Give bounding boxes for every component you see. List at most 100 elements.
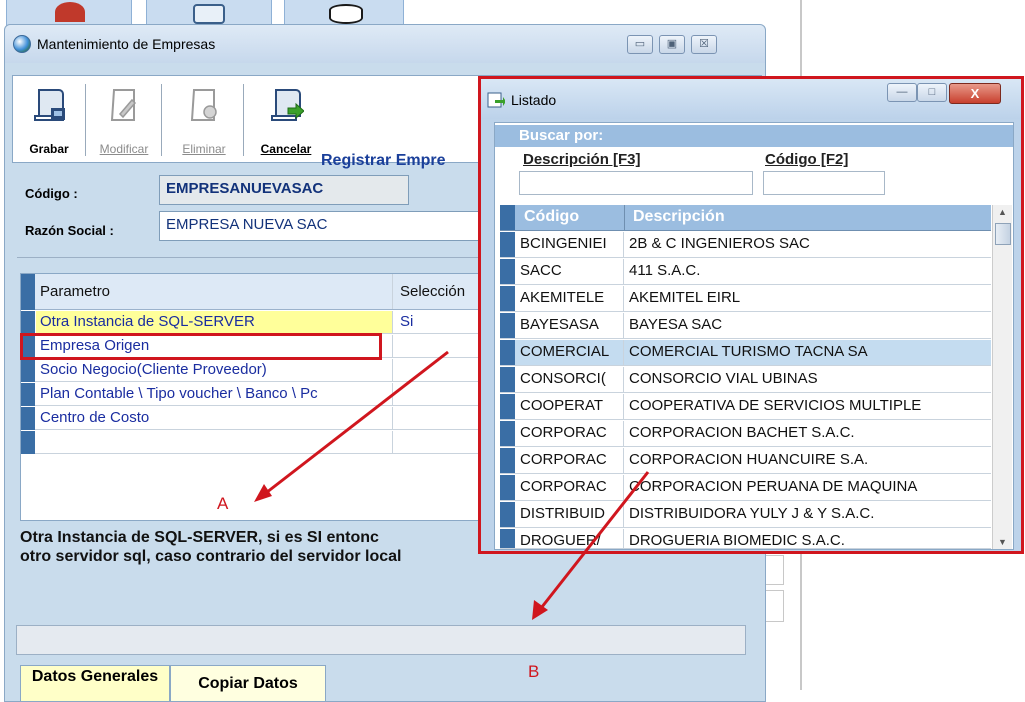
empresas-titlebar[interactable]: Mantenimiento de Empresas ▭ ▣ ☒ <box>5 25 765 63</box>
row-indicator <box>500 259 515 284</box>
modificar-button[interactable]: Modificar <box>91 80 157 160</box>
listado-title: Listado <box>511 92 557 108</box>
app-icon <box>55 2 85 22</box>
grid-cell-parametro[interactable]: Centro de Costo <box>36 407 393 429</box>
row-indicator <box>21 407 35 430</box>
grid-cell-seleccion[interactable] <box>394 431 484 453</box>
description-text: Otra Instancia de SQL-SERVER, si es SI e… <box>20 529 402 565</box>
listado-row[interactable]: BAYESASA BAYESA SAC <box>500 313 991 339</box>
descripcion-search-input[interactable] <box>519 171 753 195</box>
codigo-search-input[interactable] <box>763 171 885 195</box>
minimize-button[interactable]: ▭ <box>627 35 653 54</box>
codigo-search-label: Código [F2] <box>765 151 849 168</box>
grid-row[interactable]: Plan Contable \ Tipo voucher \ Banco \ P… <box>21 383 479 406</box>
cancel-icon <box>271 89 304 121</box>
listado-row[interactable]: AKEMITELE AKEMITEL EIRL <box>500 286 991 312</box>
background-tab-3[interactable] <box>284 0 404 26</box>
listado-titlebar[interactable]: Listado — □ X <box>481 79 1021 119</box>
grid-header-seleccion[interactable]: Selección <box>394 274 484 309</box>
listado-row[interactable]: BCINGENIEI 2B & C INGENIEROS SAC <box>500 232 991 258</box>
cancelar-button[interactable]: Cancelar <box>249 80 323 160</box>
listado-row[interactable]: CORPORAC CORPORACION PERUANA DE MAQUINA <box>500 475 991 501</box>
grid-cell-seleccion[interactable]: Si <box>394 311 484 333</box>
codigo-field[interactable]: EMPRESANUEVASAC <box>159 175 409 205</box>
row-indicator <box>21 359 35 382</box>
listado-row[interactable]: SACC 411 S.A.C. <box>500 259 991 285</box>
col-codigo-header[interactable]: Código <box>516 205 625 230</box>
row-indicator <box>500 340 515 365</box>
grid-cell-parametro[interactable]: Otra Instancia de SQL-SERVER <box>36 311 393 333</box>
listado-row[interactable]: COOPERAT COOPERATIVA DE SERVICIOS MULTIPL… <box>500 394 991 420</box>
eliminar-label: Eliminar <box>182 142 226 156</box>
row-codigo: BAYESASA <box>516 313 624 338</box>
row-descripcion: DROGUERIA BIOMEDIC S.A.C. <box>629 532 845 548</box>
grid-row[interactable] <box>21 431 479 454</box>
row-indicator <box>500 475 515 500</box>
grid-cell-seleccion[interactable] <box>394 407 484 429</box>
toolbar-separator <box>85 84 86 156</box>
grid-header-parametro[interactable]: Parametro <box>36 274 393 309</box>
row-descripcion: COOPERATIVA DE SERVICIOS MULTIPLE <box>629 397 922 414</box>
row-indicator <box>500 448 515 473</box>
grid-cell-seleccion[interactable] <box>394 359 484 381</box>
row-codigo: CORPORAC <box>516 475 624 500</box>
row-codigo: DISTRIBUID <box>516 502 624 527</box>
row-descripcion: COMERCIAL TURISMO TACNA SA <box>629 343 868 360</box>
row-codigo: BCINGENIEI <box>516 232 624 257</box>
row-descripcion: DISTRIBUIDORA YULY J & Y S.A.C. <box>629 505 875 522</box>
listado-row[interactable]: CORPORAC CORPORACION BACHET S.A.C. <box>500 421 991 447</box>
empresa-origen-highlight <box>20 333 382 360</box>
scroll-down-icon[interactable]: ▼ <box>998 537 1007 547</box>
grid-cell-parametro[interactable]: Plan Contable \ Tipo voucher \ Banco \ P… <box>36 383 393 405</box>
list-icon <box>487 92 505 108</box>
listado-row[interactable]: DISTRIBUID DISTRIBUIDORA YULY J & Y S.A.C… <box>500 502 991 528</box>
annotation-b: B <box>528 662 540 681</box>
listado-window: Listado — □ X Buscar por: Descripción [F… <box>478 76 1024 554</box>
scroll-up-icon[interactable]: ▲ <box>998 207 1007 217</box>
grid-header: Parametro Selección <box>21 274 479 310</box>
listado-maximize-button[interactable]: □ <box>917 83 947 102</box>
save-icon <box>34 89 65 121</box>
background-tab-1[interactable] <box>6 0 132 26</box>
registrar-heading[interactable]: Registrar Empre <box>321 152 446 170</box>
grid-cell-parametro[interactable] <box>36 431 393 453</box>
row-codigo: COOPERAT <box>516 394 624 419</box>
toolbar-separator <box>243 84 244 156</box>
grabar-button[interactable]: Grabar <box>17 80 81 160</box>
delete-icon <box>190 89 217 121</box>
listado-header-indicator <box>500 205 515 230</box>
listado-scrollbar[interactable]: ▲ ▼ <box>992 205 1012 549</box>
listado-close-button[interactable]: X <box>949 83 1001 104</box>
row-indicator <box>500 367 515 392</box>
maximize-button[interactable]: ▣ <box>659 35 685 54</box>
row-indicator <box>500 286 515 311</box>
row-descripcion: CORPORACION PERUANA DE MAQUINA <box>629 478 918 495</box>
row-descripcion: CORPORACION HUANCUIRE S.A. <box>629 451 869 468</box>
close-button[interactable]: ☒ <box>691 35 717 54</box>
razon-social-label: Razón Social : <box>25 223 114 238</box>
row-codigo: COMERCIAL <box>516 340 624 365</box>
eliminar-button[interactable]: Eliminar <box>169 80 239 160</box>
grid-cell-parametro[interactable]: Socio Negocio(Cliente Proveedor) <box>36 359 393 381</box>
listado-row[interactable]: CONSORCI(CONSORCIO VIAL UBINAS <box>500 367 991 393</box>
razon-social-field[interactable]: EMPRESA NUEVA SAC <box>159 211 481 241</box>
grid-cell-seleccion[interactable] <box>394 335 484 357</box>
row-descripcion: CONSORCIO VIAL UBINAS <box>629 370 818 387</box>
background-tab-2[interactable] <box>146 0 272 26</box>
listado-row-selected[interactable]: COMERCIAL COMERCIAL TURISMO TACNA SA <box>500 340 991 366</box>
col-descripcion-header[interactable]: Descripción <box>625 205 991 230</box>
grid-row[interactable]: Socio Negocio(Cliente Proveedor) <box>21 359 479 382</box>
grid-row[interactable]: Centro de Costo <box>21 407 479 430</box>
row-descripcion: 411 S.A.C. <box>629 262 701 279</box>
listado-row[interactable]: DROGUER/DROGUERIA BIOMEDIC S.A.C. <box>500 529 991 549</box>
row-indicator <box>21 431 35 454</box>
empresas-app-icon <box>13 35 31 53</box>
scrollbar-thumb[interactable] <box>995 223 1011 245</box>
grid-row[interactable]: Otra Instancia de SQL-SERVER Si <box>21 311 479 334</box>
grid-cell-seleccion[interactable] <box>394 383 484 405</box>
listado-minimize-button[interactable]: — <box>887 83 917 102</box>
empresas-title: Mantenimiento de Empresas <box>37 36 216 52</box>
tab-copiar-datos[interactable]: Copiar Datos <box>170 665 326 702</box>
listado-row[interactable]: CORPORAC CORPORACION HUANCUIRE S.A. <box>500 448 991 474</box>
tab-datos-generales[interactable]: Datos Generales <box>20 665 170 702</box>
